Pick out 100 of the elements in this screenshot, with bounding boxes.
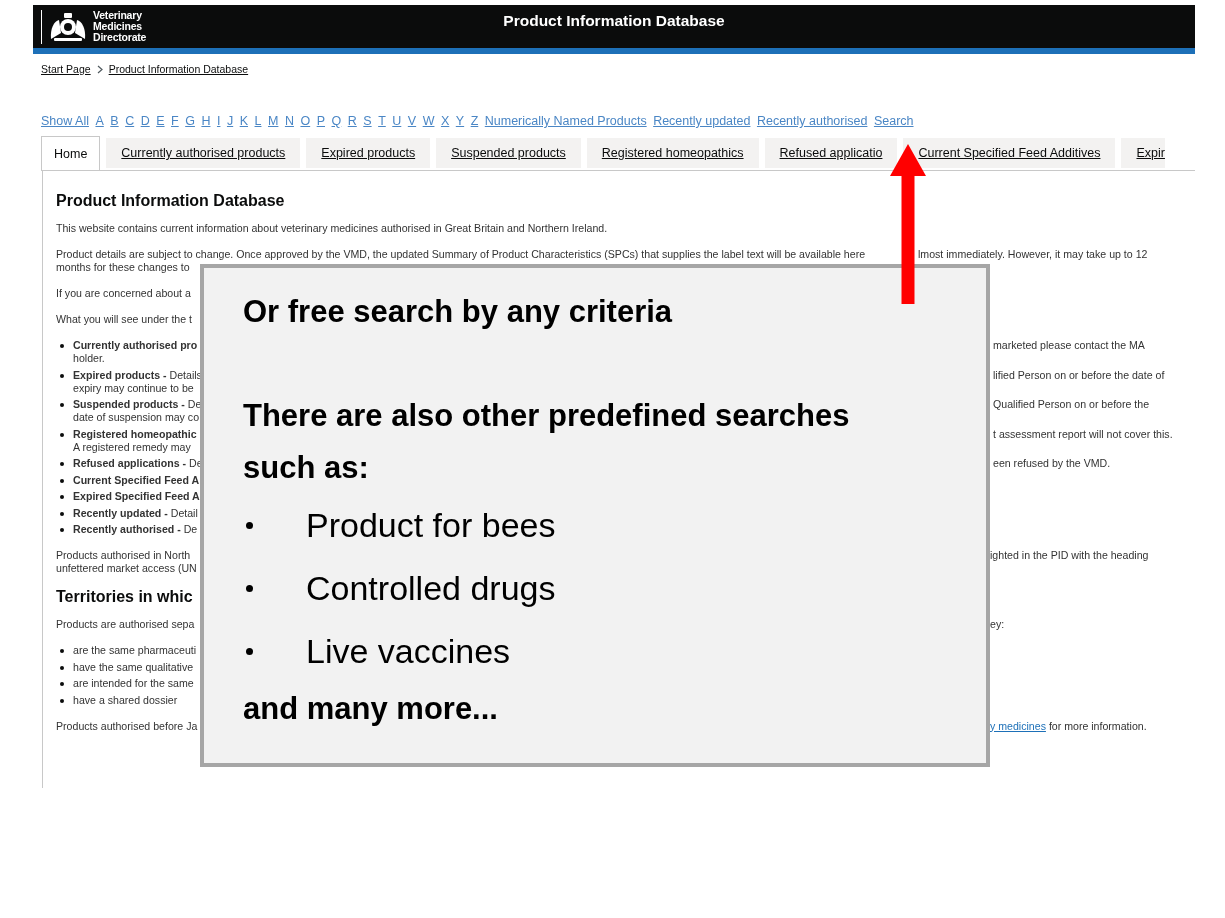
text-link[interactable]: y medicines <box>990 719 1046 732</box>
body-text: Qualified Person on or before the <box>993 398 1150 410</box>
body-text: are intended for the same <box>73 677 194 689</box>
body-text: If you are concerned about a <box>56 287 191 299</box>
nav-link[interactable]: B <box>110 114 119 130</box>
body-text: Expired Specified Feed A <box>73 490 200 502</box>
nav-link[interactable]: J <box>226 114 234 130</box>
bullet-icon <box>60 528 64 532</box>
bullet-icon <box>60 432 64 437</box>
body-text: Products are authorised sepa <box>56 618 196 631</box>
callout-text: There are also other predefined searches such as: <box>243 397 851 487</box>
body-text: Products authorised before Ja <box>56 719 199 733</box>
breadcrumb-link[interactable]: Product Information Database <box>108 63 249 75</box>
nav-link[interactable]: Q <box>331 114 342 130</box>
nav-link[interactable]: V <box>407 114 417 130</box>
callout-text: and many more... <box>243 690 499 728</box>
nav-link[interactable]: Recently authorised <box>756 114 868 130</box>
tab[interactable]: Expired products <box>306 138 431 168</box>
body-text: lified Person on or before the date of <box>993 368 1165 381</box>
body-text: A registered remedy may <box>73 440 191 453</box>
body-text: What you will see under the t <box>56 313 193 325</box>
bullet-icon <box>60 462 64 466</box>
breadcrumb-link[interactable]: Start Page <box>41 63 91 75</box>
callout-item: Controlled drugs <box>306 568 556 609</box>
nav-link[interactable]: Recently updated <box>653 114 751 130</box>
nav-link[interactable]: C <box>125 114 135 130</box>
nav-link[interactable]: I <box>216 114 221 130</box>
callout-text: Or free search by any criteria <box>243 293 674 331</box>
body-text: months for these changes to <box>56 261 190 273</box>
body-text: Products authorised in North <box>56 549 192 562</box>
body-text: lmost immediately. However, it may take up to 12 <box>918 248 1148 260</box>
body-text: expiry may continue to be <box>73 381 194 394</box>
nav-link[interactable]: H <box>201 114 211 130</box>
nav-link[interactable]: E <box>156 114 165 130</box>
nav-link[interactable]: P <box>316 114 325 130</box>
body-text: holder. <box>73 352 105 364</box>
bullet-icon <box>60 649 64 653</box>
body-text: Expired products - Details <box>73 368 203 382</box>
tab[interactable]: Home <box>41 136 101 170</box>
nav-link[interactable]: Numerically Named Products <box>484 114 647 130</box>
body-text: unfettered market access (UN <box>56 562 197 574</box>
nav-link[interactable]: R <box>347 114 357 130</box>
bullet-icon <box>60 344 64 348</box>
nav-link[interactable]: Y <box>455 114 465 130</box>
nav-link[interactable]: D <box>140 114 150 130</box>
nav-link[interactable]: L <box>254 114 262 130</box>
bullet-icon <box>60 698 64 703</box>
nav-link[interactable]: Z <box>470 114 479 130</box>
body-text: Recently updated - Detail <box>73 506 198 519</box>
section-heading: Territories in whic <box>56 588 193 606</box>
nav-link[interactable]: S <box>363 114 372 130</box>
callout-item: Product for bees <box>306 505 556 546</box>
nav-link[interactable]: K <box>239 114 249 130</box>
nav-link[interactable]: M <box>268 114 279 130</box>
body-text: date of suspension may co <box>73 411 200 423</box>
nav-link[interactable]: Search <box>873 114 914 130</box>
bullet-icon <box>60 665 64 670</box>
body-text: Currently authorised pro <box>73 339 199 352</box>
tab[interactable]: Registered homeopathics <box>586 138 759 168</box>
body-text: Registered homeopathic <box>73 427 198 441</box>
org-name: Veterinary Medicines Directorate <box>93 10 148 43</box>
nav-link[interactable]: Show All <box>41 114 89 130</box>
body-text: t assessment report will not cover this. <box>993 427 1173 440</box>
body-text: have a shared dossier <box>73 693 178 706</box>
chevron-icon <box>96 64 103 74</box>
bullet-icon <box>60 478 64 483</box>
nav-link[interactable]: W <box>422 114 435 130</box>
tab[interactable]: Currently authorised products <box>106 138 301 168</box>
body-text: een refused by the VMD. <box>993 457 1111 469</box>
tab[interactable]: Expir <box>1121 138 1165 168</box>
body-text: Current Specified Feed A <box>73 473 200 486</box>
bullet-icon <box>60 682 64 686</box>
bullet-icon <box>60 511 64 516</box>
nav-link[interactable]: T <box>378 114 386 130</box>
bullet-icon <box>60 495 64 499</box>
body-text: marketed please contact the MA <box>993 339 1145 351</box>
tab[interactable]: Suspended products <box>436 138 581 168</box>
bullet-icon <box>60 373 64 378</box>
body-text: Recently authorised - De <box>73 523 198 535</box>
body-text: ighted in the PID with the heading <box>990 549 1149 561</box>
nav-link[interactable]: N <box>284 114 294 130</box>
body-text: ey: <box>990 618 1005 630</box>
tab[interactable]: Refused applicatio <box>764 138 898 168</box>
crest-icon <box>48 10 88 43</box>
nav-link[interactable]: O <box>300 114 311 130</box>
body-text: Product details are subject to change. Once approved by the VMD, the updated Summary of Product Characteristics (SPCs) that supplies the label text will be available here <box>56 248 867 261</box>
bullet-icon <box>246 522 253 529</box>
body-text: This website contains current information about veterinary medicines authorised in Great Britain and Northern Ireland. <box>56 222 608 234</box>
nav-link[interactable]: F <box>171 114 179 130</box>
nav-link[interactable]: X <box>440 114 450 130</box>
nav-link[interactable]: G <box>185 114 195 130</box>
callout-item: Live vaccines <box>306 631 511 672</box>
nav-link[interactable]: A <box>95 114 104 130</box>
bullet-icon <box>246 585 253 592</box>
tab[interactable]: Current Specified Feed Additives <box>903 138 1116 168</box>
nav-link[interactable]: U <box>392 114 402 130</box>
section-heading: Product Information Database <box>56 192 285 210</box>
body-text: have the same qualitative <box>73 660 194 673</box>
body-text: for more information. <box>1047 719 1147 732</box>
bullet-icon <box>60 403 64 407</box>
